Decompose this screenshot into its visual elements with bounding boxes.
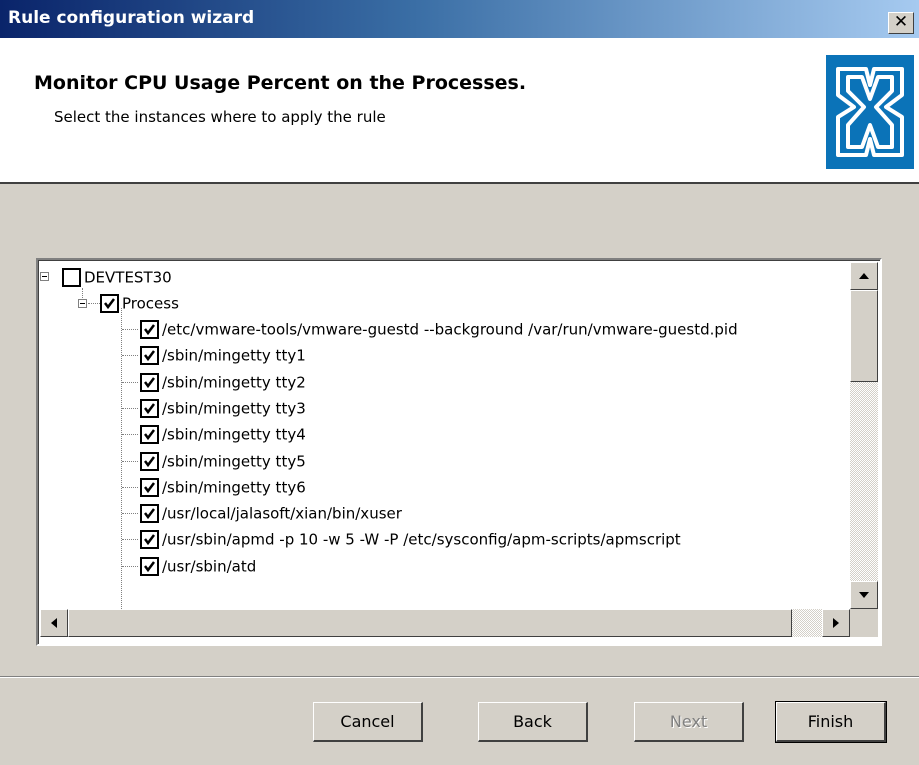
checkmark-icon [144, 456, 155, 468]
tree-item-label: /usr/local/jalasoft/xian/bin/xuser [162, 504, 402, 523]
scroll-left-button[interactable] [40, 609, 68, 637]
checkmark-icon [144, 324, 155, 336]
tree-root-label: DEVTEST30 [84, 268, 172, 287]
root-checkbox[interactable] [62, 268, 81, 287]
item-checkbox[interactable] [140, 399, 159, 418]
item-checkbox[interactable] [140, 452, 159, 471]
tree-item[interactable]: /usr/sbin/atd [140, 553, 256, 579]
checkmark-icon [144, 429, 155, 441]
tree-group-label: Process [122, 294, 179, 313]
tree-item[interactable]: /sbin/mingetty tty6 [140, 474, 306, 500]
group-checkbox[interactable] [100, 294, 119, 313]
tree-item[interactable]: /sbin/mingetty tty4 [140, 421, 306, 447]
arrow-left-icon [51, 618, 57, 628]
vertical-scroll-thumb[interactable] [850, 290, 878, 382]
checkmark-icon [104, 298, 115, 310]
next-button[interactable]: Next [634, 702, 744, 742]
tree-connector [88, 303, 100, 304]
tree-connector [122, 382, 138, 383]
vertical-scrollbar[interactable] [850, 262, 878, 609]
tree-connector [122, 355, 138, 356]
tree-viewport: DEVTEST30 Process /etc/vmware-tools/vmwa… [40, 262, 850, 609]
tree-item-label: /sbin/mingetty tty1 [162, 346, 306, 365]
tree-connector [122, 434, 138, 435]
tree-connector [122, 487, 138, 488]
tree-item[interactable]: /etc/vmware-tools/vmware-guestd --backgr… [140, 316, 738, 342]
group-expander-icon[interactable] [78, 299, 87, 308]
tree-item-label: /sbin/mingetty tty4 [162, 425, 306, 444]
tree-connector [122, 566, 138, 567]
tree-item[interactable]: /sbin/mingetty tty3 [140, 395, 306, 421]
tree-connector [122, 408, 138, 409]
scroll-up-button[interactable] [850, 262, 878, 290]
checkmark-icon [144, 482, 155, 494]
tree-item[interactable]: /sbin/mingetty tty5 [140, 448, 306, 474]
arrow-down-icon [859, 592, 869, 598]
tree-item-label: /sbin/mingetty tty5 [162, 452, 306, 471]
page-subtitle: Select the instances where to apply the … [54, 108, 386, 126]
scroll-down-button[interactable] [850, 581, 878, 609]
wizard-window: Rule configuration wizard ✕ Monitor CPU … [0, 0, 919, 765]
checkmark-icon [144, 508, 155, 520]
tree-item[interactable]: /usr/sbin/apmd -p 10 -w 5 -W -P /etc/sys… [140, 526, 681, 552]
footer-separator [0, 676, 919, 678]
item-checkbox[interactable] [140, 320, 159, 339]
wizard-header: Monitor CPU Usage Percent on the Process… [0, 38, 919, 184]
tree-connector [122, 539, 138, 540]
tree-item-label: /sbin/mingetty tty6 [162, 478, 306, 497]
tree-item-label: /usr/sbin/atd [162, 557, 257, 576]
horizontal-scroll-thumb[interactable] [68, 609, 792, 637]
checkmark-icon [144, 377, 155, 389]
cancel-button[interactable]: Cancel [313, 702, 423, 742]
tree-item-label: /usr/sbin/apmd -p 10 -w 5 -W -P /etc/sys… [162, 530, 681, 549]
close-icon: ✕ [893, 12, 909, 32]
instance-tree[interactable]: DEVTEST30 Process /etc/vmware-tools/vmwa… [36, 258, 882, 646]
tree-item[interactable]: /usr/local/jalasoft/xian/bin/xuser [140, 500, 402, 526]
scroll-right-button[interactable] [822, 609, 850, 637]
window-title: Rule configuration wizard [8, 8, 255, 28]
checkmark-icon [144, 561, 155, 573]
horizontal-scrollbar[interactable] [40, 609, 850, 637]
tree-item-label: /sbin/mingetty tty3 [162, 399, 306, 418]
close-button[interactable]: ✕ [888, 12, 914, 34]
item-checkbox[interactable] [140, 373, 159, 392]
checkmark-icon [144, 350, 155, 362]
item-checkbox[interactable] [140, 425, 159, 444]
tree-connector [122, 461, 138, 462]
tree-item[interactable]: /sbin/mingetty tty2 [140, 369, 306, 395]
tree-root[interactable]: DEVTEST30 [62, 264, 172, 290]
page-title: Monitor CPU Usage Percent on the Process… [34, 72, 527, 94]
tree-item[interactable]: /sbin/mingetty tty1 [140, 342, 306, 368]
item-checkbox[interactable] [140, 346, 159, 365]
tree-connector [121, 308, 122, 609]
item-checkbox[interactable] [140, 504, 159, 523]
title-bar[interactable]: Rule configuration wizard ✕ [0, 0, 919, 38]
tree-group-process[interactable]: Process [100, 290, 179, 316]
checkmark-icon [144, 403, 155, 415]
item-checkbox[interactable] [140, 557, 159, 576]
item-checkbox[interactable] [140, 530, 159, 549]
brand-logo-icon [826, 55, 914, 169]
tree-item-label: /etc/vmware-tools/vmware-guestd --backgr… [162, 320, 738, 339]
arrow-right-icon [833, 618, 839, 628]
item-checkbox[interactable] [140, 478, 159, 497]
back-button[interactable]: Back [478, 702, 588, 742]
scrollbar-corner [850, 609, 878, 637]
tree-item-label: /sbin/mingetty tty2 [162, 373, 306, 392]
tree-connector [122, 513, 138, 514]
tree-connector [122, 329, 138, 330]
finish-button[interactable]: Finish [775, 701, 887, 743]
checkmark-icon [144, 534, 155, 546]
arrow-up-icon [859, 273, 869, 279]
root-expander-icon[interactable] [40, 272, 49, 281]
